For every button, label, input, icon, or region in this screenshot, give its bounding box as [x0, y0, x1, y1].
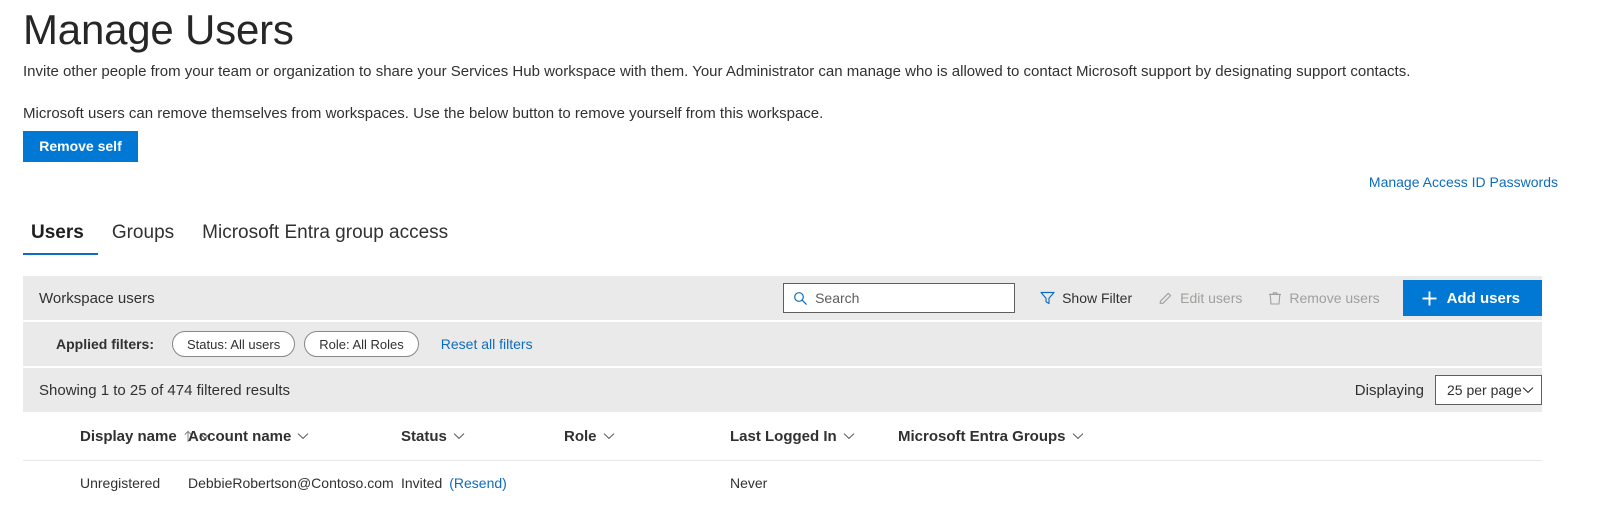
- manage-access-id-passwords-link[interactable]: Manage Access ID Passwords: [1369, 174, 1558, 190]
- page-title: Manage Users: [23, 6, 294, 54]
- column-header-display-name[interactable]: Display name: [23, 427, 211, 445]
- column-header-last-logged-in-label: Last Logged In: [730, 427, 837, 445]
- remove-users-label: Remove users: [1289, 290, 1380, 306]
- cell-display-name: Unregistered: [80, 475, 161, 491]
- tab-users[interactable]: Users: [23, 222, 98, 255]
- panel-toolbar: Workspace users Search Show Filter Edit …: [23, 276, 1542, 320]
- pencil-icon: [1158, 291, 1173, 306]
- column-header-role-label: Role: [564, 427, 597, 445]
- filter-chip-role[interactable]: Role: All Roles: [304, 331, 419, 357]
- remove-users-button[interactable]: Remove users: [1255, 283, 1392, 313]
- cell-last-logged-in: Never: [730, 475, 768, 491]
- column-header-role[interactable]: Role: [564, 428, 730, 445]
- chevron-down-icon: [1072, 432, 1084, 440]
- chevron-down-icon: [603, 432, 615, 440]
- filter-icon: [1040, 291, 1055, 305]
- workspace-users-label: Workspace users: [39, 289, 155, 307]
- cell-status: Invited (Resend): [401, 475, 564, 491]
- page-size-select[interactable]: 25 per page: [1435, 375, 1542, 405]
- page-size-value: 25 per page: [1447, 382, 1522, 398]
- add-users-label: Add users: [1446, 289, 1520, 307]
- toolbar-actions: Show Filter Edit users: [783, 276, 1542, 320]
- status-badge: Invited: [401, 475, 443, 491]
- column-header-microsoft-entra-groups-label: Microsoft Entra Groups: [898, 427, 1066, 445]
- tab-microsoft-entra-group-access[interactable]: Microsoft Entra group access: [188, 222, 462, 255]
- intro-paragraph-1: Invite other people from your team or or…: [23, 63, 1411, 80]
- users-panel: Workspace users Search Show Filter Edit …: [23, 276, 1542, 412]
- showing-results-text: Showing 1 to 25 of 474 filtered results: [39, 381, 290, 399]
- tab-bar: Users Groups Microsoft Entra group acces…: [23, 222, 462, 255]
- column-header-status[interactable]: Status: [401, 428, 564, 445]
- applied-filters-label: Applied filters:: [56, 336, 155, 352]
- page-size-control: Displaying 25 per page: [1355, 375, 1542, 405]
- filter-chip-status[interactable]: Status: All users: [172, 331, 296, 357]
- intro-paragraph-2: Microsoft users can remove themselves fr…: [23, 105, 824, 122]
- chevron-down-icon: [297, 432, 309, 440]
- column-header-account-name-label: Account name: [188, 427, 292, 445]
- chevron-down-icon: [453, 432, 465, 440]
- column-header-account-name[interactable]: Account name: [188, 428, 401, 445]
- displaying-label: Displaying: [1354, 381, 1424, 399]
- edit-users-label: Edit users: [1180, 290, 1243, 306]
- plus-icon: [1421, 290, 1438, 307]
- table-row[interactable]: Unregistered DebbieRobertson@Contoso.com…: [23, 461, 1542, 505]
- search-icon: [793, 291, 808, 306]
- cell-account-name: DebbieRobertson@Contoso.com: [188, 475, 394, 491]
- column-header-status-label: Status: [401, 427, 447, 445]
- results-summary-bar: Showing 1 to 25 of 474 filtered results …: [23, 368, 1542, 412]
- users-table: Display name Account name Status Role La…: [23, 412, 1542, 505]
- column-header-display-name-label: Display name: [80, 427, 177, 445]
- resend-invite-link[interactable]: (Resend): [449, 475, 507, 491]
- chevron-down-icon: [1522, 386, 1534, 394]
- add-users-button[interactable]: Add users: [1402, 280, 1542, 316]
- show-filter-label: Show Filter: [1062, 290, 1133, 306]
- table-header-row: Display name Account name Status Role La…: [23, 412, 1542, 461]
- reset-all-filters-link[interactable]: Reset all filters: [441, 336, 533, 352]
- chevron-down-icon: [843, 432, 855, 440]
- manage-users-page: Manage Users Invite other people from yo…: [0, 0, 1622, 529]
- column-header-microsoft-entra-groups[interactable]: Microsoft Entra Groups: [898, 428, 1198, 445]
- column-header-last-logged-in[interactable]: Last Logged In: [730, 428, 898, 445]
- remove-self-button[interactable]: Remove self: [23, 131, 138, 162]
- trash-icon: [1268, 291, 1282, 306]
- applied-filters-bar: Applied filters: Status: All users Role:…: [23, 322, 1542, 366]
- tab-groups[interactable]: Groups: [98, 222, 188, 255]
- edit-users-button[interactable]: Edit users: [1145, 283, 1255, 313]
- search-input[interactable]: [815, 290, 996, 306]
- show-filter-button[interactable]: Show Filter: [1027, 283, 1145, 313]
- search-box[interactable]: [783, 283, 1016, 313]
